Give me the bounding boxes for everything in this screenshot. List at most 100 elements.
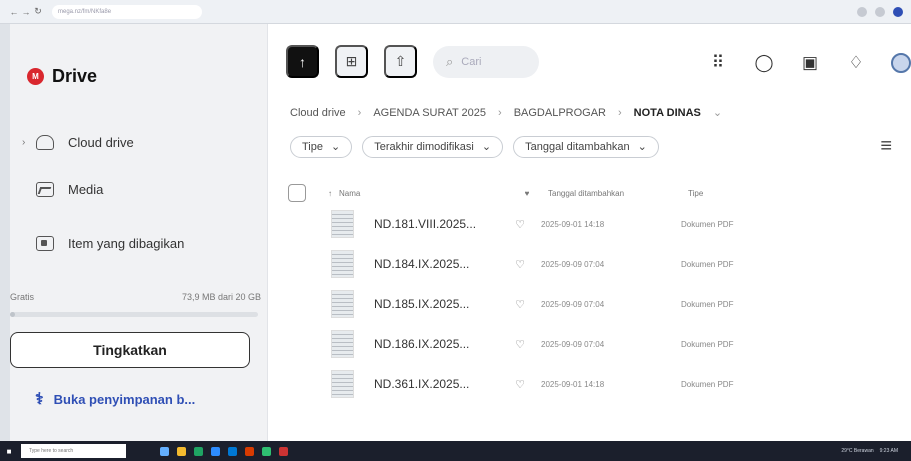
file-name[interactable]: ND.184.IX.2025... [374, 257, 507, 271]
extension-icon[interactable] [857, 6, 867, 17]
file-type: Dokumen PDF [681, 339, 734, 349]
shared-items-icon [36, 235, 54, 251]
breadcrumb: Cloud drive › AGENDA SURAT 2025 › BAGDAL… [290, 106, 722, 120]
windows-taskbar: ■ Type here to search 29°C Berawan 9:23 … [0, 441, 911, 461]
upgrade-button[interactable]: Tingkatkan [10, 332, 250, 368]
back-icon[interactable]: ← [8, 7, 20, 17]
chat-icon[interactable]: ◯ [753, 52, 775, 74]
address-bar[interactable]: mega.nz/fm/NKfa8e [52, 4, 202, 19]
drive-logo[interactable]: M Drive [27, 66, 97, 87]
mega-drive-app: M Drive › Cloud drive Media Item yang di… [10, 24, 911, 441]
search-input[interactable]: ⌕ Cari [433, 45, 539, 78]
file-browser: ↑ ⊞ ⇧ ⌕ Cari ⠿ ◯ ▣ ♢ Cloud drive › AGEND… [268, 24, 911, 441]
profile-icon[interactable] [893, 6, 903, 17]
app-icon[interactable] [194, 446, 203, 456]
breadcrumb-nota-dinas[interactable]: NOTA DINAS [634, 107, 701, 119]
type-column-header[interactable]: Tipe [688, 189, 804, 198]
date-added: 2025-09-01 14:18 [541, 219, 605, 229]
favourite-icon[interactable]: ♡ [507, 298, 533, 311]
top-actions: ⠿ ◯ ▣ ♢ [707, 52, 911, 74]
chevron-down-icon: ⌄ [637, 141, 647, 153]
cloud-icon [36, 134, 54, 150]
storage-progress-bar [10, 312, 258, 317]
table-row[interactable]: ND.186.IX.2025... ♡ 2025-09-09 07:04 Dok… [288, 324, 893, 364]
upload-button[interactable]: ↑ [286, 45, 319, 78]
contacts-icon[interactable]: ▣ [799, 52, 821, 74]
favourite-icon[interactable]: ♡ [507, 338, 533, 351]
date-added: 2025-09-09 07:04 [541, 259, 605, 269]
file-toolbar: ↑ ⊞ ⇧ ⌕ Cari [286, 45, 539, 78]
app-icon[interactable] [262, 446, 271, 456]
file-name[interactable]: ND.185.IX.2025... [374, 297, 507, 311]
pdf-thumbnail [331, 250, 354, 278]
app-grid-icon[interactable]: ⠿ [707, 52, 729, 74]
select-all-checkbox[interactable] [288, 184, 306, 202]
favourite-icon[interactable]: ♡ [507, 258, 533, 271]
list-view-icon[interactable]: ≡ [880, 135, 892, 158]
browser-toolbar: ← → ↻ mega.nz/fm/NKfa8e [0, 0, 911, 24]
table-row[interactable]: ND.185.IX.2025... ♡ 2025-09-09 07:04 Dok… [288, 284, 893, 324]
sidebar-item-media[interactable]: Media [22, 176, 262, 202]
app-icon[interactable] [177, 446, 186, 456]
date-added: 2025-09-09 07:04 [541, 339, 605, 349]
chevron-down-icon[interactable]: ⌄ [713, 106, 722, 119]
filter-date-added[interactable]: Tanggal ditambahkan ⌄ [513, 135, 659, 158]
app-icon[interactable] [160, 446, 169, 456]
filter-last-modified[interactable]: Terakhir dimodifikasi ⌄ [362, 135, 504, 158]
weather-status: 29°C Berawan [841, 448, 874, 454]
storage-usage: 73,9 MB dari 20 GB [181, 292, 261, 302]
pdf-thumbnail [331, 370, 354, 398]
browser-actions [857, 6, 903, 17]
reload-icon[interactable]: ↻ [32, 6, 44, 17]
favourite-icon[interactable]: ♡ [507, 378, 533, 391]
taskbar-search-input[interactable]: Type here to search [21, 444, 126, 458]
app-icon[interactable] [211, 446, 220, 456]
app-icon[interactable] [228, 446, 237, 456]
file-name[interactable]: ND.181.VIII.2025... [374, 217, 507, 231]
chevron-right-icon[interactable]: › [22, 137, 30, 148]
open-storage-link[interactable]: ⚕ Buka penyimpanan b... [35, 389, 195, 409]
breadcrumb-bagdalprogar[interactable]: BAGDALPROGAR [514, 107, 606, 119]
chevron-down-icon: ⌄ [331, 141, 341, 153]
windows-start-icon[interactable]: ■ [0, 441, 18, 461]
table-row[interactable]: ND.361.IX.2025... ♡ 2025-09-01 14:18 Dok… [288, 364, 893, 404]
storage-plan: Gratis [10, 292, 35, 302]
file-name[interactable]: ND.186.IX.2025... [374, 337, 507, 351]
filters-bar: Tipe ⌄ Terakhir dimodifikasi ⌄ Tanggal dit… [290, 135, 910, 158]
sidebar-item-label: Media [68, 181, 104, 197]
clock[interactable]: 9:23 AM [880, 448, 898, 454]
new-folder-button[interactable]: ⊞ [335, 45, 368, 78]
table-row[interactable]: ND.184.IX.2025... ♡ 2025-09-09 07:04 Dok… [288, 244, 893, 284]
bookmark-icon[interactable] [875, 6, 885, 17]
breadcrumb-agenda-surat[interactable]: AGENDA SURAT 2025 [373, 107, 486, 119]
sidebar-item-cloud-drive[interactable]: › Cloud drive [22, 129, 262, 155]
date-added: 2025-09-01 14:18 [541, 379, 605, 389]
date-column-header[interactable]: Tanggal ditambahkan [540, 189, 688, 198]
mega-logo-icon: M [27, 68, 44, 85]
app-icon[interactable] [245, 446, 254, 456]
taskbar-apps [160, 446, 288, 456]
forward-icon[interactable]: → [20, 7, 32, 17]
search-placeholder: Cari [461, 55, 482, 68]
sidebar-item-shared-items[interactable]: Item yang dibagikan [22, 230, 262, 256]
name-column-header[interactable]: ↑ Nama [328, 189, 514, 198]
user-avatar[interactable] [891, 53, 911, 73]
drive-title: Drive [52, 66, 98, 86]
date-added: 2025-09-09 07:04 [541, 299, 605, 309]
file-type: Dokumen PDF [681, 259, 734, 269]
pdf-thumbnail [331, 290, 354, 318]
favourite-icon[interactable]: ♡ [507, 218, 533, 231]
pdf-thumbnail [331, 330, 354, 358]
table-row[interactable]: ND.181.VIII.2025... ♡ 2025-09-01 14:18 D… [288, 204, 893, 244]
breadcrumb-cloud-drive[interactable]: Cloud drive [290, 107, 346, 119]
filter-type[interactable]: Tipe ⌄ [290, 135, 353, 158]
file-name[interactable]: ND.361.IX.2025... [374, 377, 507, 391]
share-button[interactable]: ⇧ [384, 45, 417, 78]
notification-bell-icon[interactable]: ♢ [845, 52, 867, 74]
storage-progress-fill [10, 312, 15, 317]
chevron-down-icon: ⌄ [481, 141, 492, 153]
table-header: ↑ Nama ♥ Tanggal ditambahkan Tipe [288, 182, 893, 204]
favourite-column-icon[interactable]: ♥ [514, 189, 540, 198]
app-icon[interactable] [279, 446, 288, 456]
file-type: Dokumen PDF [681, 299, 734, 309]
